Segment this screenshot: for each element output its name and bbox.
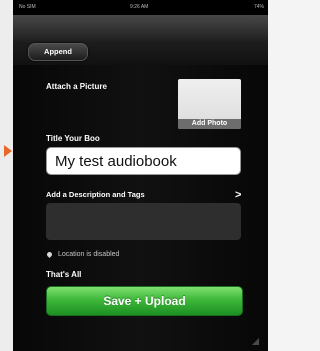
title-input[interactable]: My test audiobook	[46, 147, 241, 175]
append-button[interactable]: Append	[28, 43, 88, 61]
corner-decoration	[252, 338, 259, 345]
time-label: 9:26 AM	[130, 4, 149, 10]
location-pin-icon	[45, 250, 54, 259]
save-upload-button[interactable]: Save + Upload	[46, 286, 243, 316]
battery-label: 74%	[253, 4, 264, 10]
attach-picture-label: Attach a Picture	[46, 82, 107, 91]
add-photo-label: Add Photo	[178, 119, 241, 129]
add-photo-button[interactable]: Add Photo	[178, 79, 241, 129]
description-field[interactable]	[46, 203, 241, 240]
thats-all-label: That's All	[46, 270, 82, 279]
status-bar: No SIM 9:26 AM 74%	[13, 0, 268, 15]
location-status: Location is disabled	[45, 250, 120, 259]
chevron-right-icon[interactable]: >	[235, 189, 241, 201]
location-text: Location is disabled	[57, 251, 120, 258]
nav-shine	[13, 15, 268, 43]
description-label[interactable]: Add a Description and Tags	[46, 190, 145, 199]
arrow-right-icon	[4, 145, 12, 157]
carrier-label: No SIM	[19, 4, 36, 10]
title-label: Title Your Boo	[46, 134, 100, 143]
